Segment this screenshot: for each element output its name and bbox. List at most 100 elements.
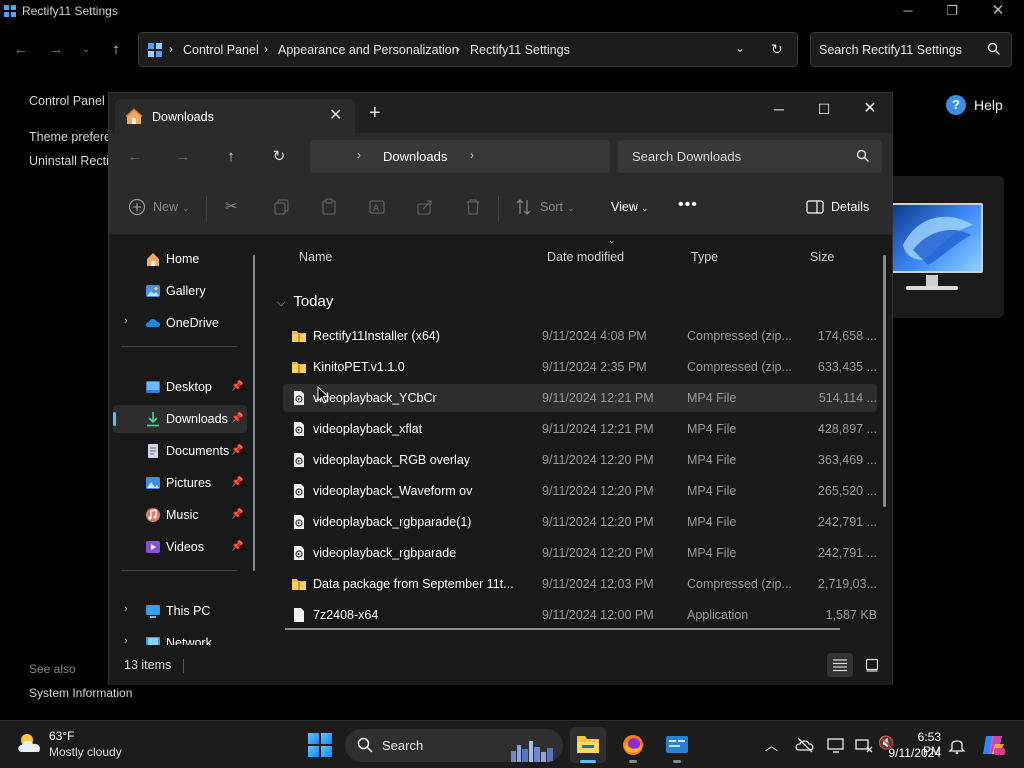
file-type: MP4 File <box>687 484 737 498</box>
address-folder[interactable]: Downloads <box>383 149 447 164</box>
help-icon: ? <box>946 95 966 115</box>
more-options-icon[interactable]: ••• <box>678 196 698 214</box>
new-button[interactable]: New <box>153 200 178 214</box>
tiles-view-button[interactable] <box>859 653 885 677</box>
weather-condition[interactable]: Mostly cloudy <box>49 745 122 759</box>
explorer-search-box[interactable]: Search Downloads <box>618 140 882 173</box>
copy-icon[interactable] <box>273 198 291 216</box>
cp-back-button[interactable]: ← <box>11 40 31 60</box>
sidebar-item-documents[interactable]: Documents 📌 <box>113 437 247 465</box>
display-icon[interactable] <box>826 735 846 755</box>
taskbar-search-box[interactable]: Search <box>345 729 563 762</box>
clock-date[interactable]: 9/11/2024 <box>880 746 942 760</box>
file-row[interactable]: videoplayback_rgbparade(1) 9/11/2024 12:2… <box>283 508 877 536</box>
forward-button[interactable]: → <box>171 147 195 167</box>
rename-icon[interactable]: A <box>368 198 386 216</box>
copilot-icon[interactable] <box>980 732 1006 758</box>
taskbar-control-panel[interactable] <box>659 727 695 763</box>
expand-chevron-icon[interactable]: › <box>124 315 128 327</box>
sidebar-item-downloads[interactable]: Downloads 📌 <box>113 405 247 433</box>
notification-bell-icon[interactable] <box>947 735 967 755</box>
file-row[interactable]: Data package from September 11t... 9/11/2… <box>283 570 877 598</box>
sidebar-item-pictures[interactable]: Pictures 📌 <box>113 469 247 497</box>
file-row[interactable]: Rectify11Installer (x64) 9/11/2024 4:08 P… <box>283 322 877 350</box>
file-list-horizontal-scrollbar[interactable] <box>285 628 840 630</box>
share-icon[interactable] <box>416 198 434 216</box>
refresh-icon[interactable]: ↻ <box>771 41 783 58</box>
up-button[interactable]: ↑ <box>219 147 243 167</box>
file-row[interactable]: 7z2408-x64 9/11/2024 12:00 PM Application 1… <box>283 601 877 629</box>
pin-icon[interactable]: 📌 <box>231 413 243 424</box>
file-row[interactable]: videoplayback_rgbparade 9/11/2024 12:20 P… <box>283 539 877 567</box>
back-button[interactable]: ← <box>123 147 147 167</box>
weather-temperature[interactable]: 63°F <box>49 729 74 743</box>
file-list-vertical-scrollbar[interactable] <box>883 255 886 507</box>
taskbar-file-explorer[interactable] <box>570 727 606 763</box>
column-header-type[interactable]: Type <box>691 250 718 264</box>
cp-search-box[interactable]: Search Rectify11 Settings <box>810 32 1012 67</box>
close-tab-icon[interactable]: ✕ <box>329 105 342 125</box>
refresh-button[interactable]: ↻ <box>267 147 291 167</box>
expand-chevron-icon[interactable]: › <box>124 635 128 645</box>
file-row[interactable]: videoplayback_YCbCr 9/11/2024 12:21 PM MP4… <box>283 384 877 412</box>
cp-restore-button[interactable]: ❐ <box>940 2 964 20</box>
file-row[interactable]: videoplayback_xflat 9/11/2024 12:21 PM MP4… <box>283 415 877 443</box>
sidebar-item-videos[interactable]: Videos 📌 <box>113 533 247 561</box>
address-dropdown-chevron-icon[interactable]: ⌄ <box>735 41 745 55</box>
tab-downloads[interactable]: Downloads ✕ <box>115 99 355 133</box>
new-tab-button[interactable]: + <box>369 103 381 123</box>
sort-button[interactable]: Sort <box>540 200 563 214</box>
sidebar-item-gallery[interactable]: Gallery <box>113 277 247 305</box>
sidebar-scrollbar[interactable] <box>253 255 255 571</box>
file-row[interactable]: KinitoPET.v1.1.0 9/11/2024 2:35 PM Compres… <box>283 353 877 381</box>
explorer-maximize-button[interactable]: ☐ <box>809 97 839 121</box>
chevron-right-icon[interactable]: › <box>470 148 474 162</box>
sidebar-item-music[interactable]: Music 📌 <box>113 501 247 529</box>
pin-icon[interactable]: 📌 <box>231 541 243 552</box>
explorer-close-button[interactable]: ✕ <box>855 97 885 121</box>
view-button[interactable]: View <box>611 200 638 214</box>
cut-icon[interactable]: ✂ <box>225 197 238 215</box>
breadcrumb-appearance[interactable]: Appearance and Personalization <box>278 43 459 57</box>
group-header-today[interactable]: ⌵ Today <box>277 293 333 310</box>
pin-icon[interactable]: 📌 <box>231 509 243 520</box>
pin-icon[interactable]: 📌 <box>231 381 243 392</box>
cp-minimize-button[interactable]: ─ <box>896 2 920 20</box>
delete-icon[interactable] <box>464 198 482 216</box>
paste-icon[interactable] <box>320 198 338 216</box>
cp-up-button[interactable]: ↑ <box>106 40 126 60</box>
column-header-size[interactable]: Size <box>810 250 834 264</box>
sidebar-item-network[interactable]: › Network <box>113 629 247 645</box>
show-hidden-icons-chevron-icon[interactable]: ︿ <box>765 735 778 754</box>
explorer-minimize-button[interactable]: ─ <box>764 97 794 121</box>
cp-link-control-panel-home[interactable]: Control Panel H <box>29 94 117 108</box>
start-button[interactable] <box>308 733 332 757</box>
sidebar-item-onedrive[interactable]: › OneDrive <box>113 309 247 337</box>
pin-icon[interactable]: 📌 <box>231 477 243 488</box>
breadcrumb-control-panel[interactable]: Control Panel <box>183 43 259 57</box>
cp-link-theme-preferences[interactable]: Theme prefere <box>29 130 111 144</box>
column-header-name[interactable]: Name <box>299 250 332 264</box>
taskbar-firefox[interactable] <box>615 727 651 763</box>
file-row[interactable]: videoplayback_Waveform ov 9/11/2024 12:20… <box>283 477 877 505</box>
cp-recent-chevron-icon[interactable]: ⌄ <box>76 40 96 60</box>
cp-link-uninstall[interactable]: Uninstall Rectif <box>29 154 112 168</box>
pin-icon[interactable]: 📌 <box>231 445 243 456</box>
sidebar-item-desktop[interactable]: Desktop 📌 <box>113 373 247 401</box>
details-button[interactable]: Details <box>831 200 869 214</box>
breadcrumb-rectify11-settings[interactable]: Rectify11 Settings <box>470 43 570 57</box>
sidebar-item-home[interactable]: Home <box>113 245 247 273</box>
cp-address-bar[interactable]: › Control Panel › Appearance and Persona… <box>138 32 798 67</box>
cp-close-button[interactable]: ✕ <box>986 2 1010 20</box>
cp-link-system-information[interactable]: System Information <box>29 686 132 700</box>
network-disconnected-icon[interactable] <box>854 735 874 755</box>
cp-forward-button[interactable]: → <box>46 40 66 60</box>
weather-cloud-icon[interactable] <box>16 732 44 754</box>
onedrive-offline-icon[interactable] <box>795 735 815 755</box>
sidebar-item-this-pc[interactable]: › This PC <box>113 597 247 625</box>
explorer-address-bar[interactable]: › Downloads › <box>310 140 610 173</box>
file-row[interactable]: videoplayback_RGB overlay 9/11/2024 12:20… <box>283 446 877 474</box>
details-view-button[interactable] <box>827 653 853 677</box>
column-header-date[interactable]: Date modified <box>547 250 624 264</box>
expand-chevron-icon[interactable]: › <box>124 603 128 615</box>
